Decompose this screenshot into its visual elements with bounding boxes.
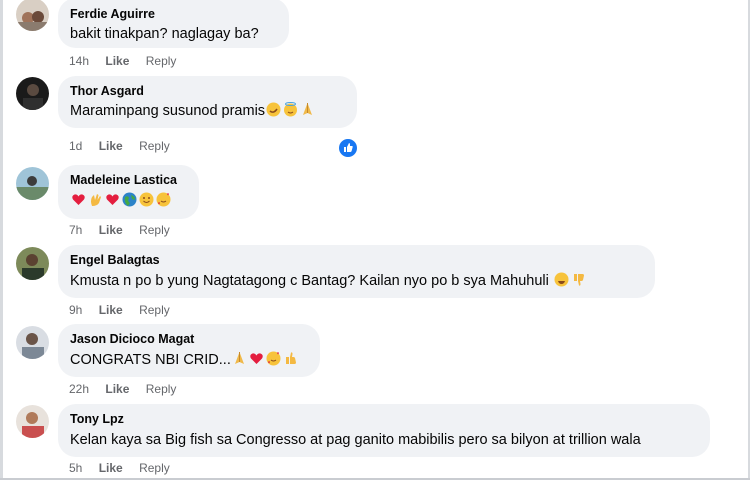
comment-text: CONGRATS NBI CRID... (70, 351, 308, 370)
comment-meta: 1d Like Reply (69, 139, 183, 153)
heart-emoji (249, 351, 264, 366)
comment-author[interactable]: Ferdie Aguirre (70, 7, 277, 22)
heart-emoji (105, 192, 120, 207)
avatar[interactable] (16, 326, 49, 359)
innocent-emoji (283, 102, 298, 117)
pray-emoji (300, 102, 315, 117)
comment-time[interactable]: 9h (69, 303, 82, 317)
thumbs-up-emoji (283, 351, 298, 366)
comment-time[interactable]: 14h (69, 54, 89, 68)
comment-meta: 9h Like Reply (69, 303, 183, 317)
like-button[interactable]: Like (99, 461, 123, 475)
comment-bubble: Jason Dicioco Magat CONGRATS NBI CRID... (58, 324, 320, 377)
comment-author[interactable]: Engel Balagtas (70, 253, 643, 268)
comment-author[interactable]: Thor Asgard (70, 84, 345, 99)
reply-button[interactable]: Reply (146, 54, 177, 68)
comment-author[interactable]: Tony Lpz (70, 412, 698, 427)
comment-text: Kelan kaya sa Big fish sa Congresso at p… (70, 432, 641, 448)
thumbs-down-emoji (571, 272, 586, 287)
wave-emoji (88, 192, 103, 207)
avatar[interactable] (16, 77, 49, 110)
avatar[interactable] (16, 247, 49, 280)
avatar[interactable] (16, 0, 49, 31)
smile-emoji (139, 192, 154, 207)
heart-emoji (71, 192, 86, 207)
comment-text: Maraminpang susunod pramis (70, 102, 345, 121)
globe-emoji (122, 192, 137, 207)
reply-button[interactable]: Reply (139, 461, 170, 475)
comment-meta: 22h Like Reply (69, 382, 189, 396)
like-reaction-icon[interactable] (337, 137, 359, 159)
comment-bubble: Engel Balagtas Kmusta n po b yung Nagtat… (58, 245, 655, 298)
window-edge-left (0, 0, 3, 480)
reply-button[interactable]: Reply (139, 303, 170, 317)
reply-button[interactable]: Reply (139, 223, 170, 237)
comment-text: Kmusta n po b yung Nagtatagong c Bantag?… (70, 272, 643, 291)
comment-time[interactable]: 22h (69, 382, 89, 396)
like-button[interactable]: Like (99, 139, 123, 153)
comment-author[interactable]: Jason Dicioco Magat (70, 332, 308, 347)
comment-meta: 7h Like Reply (69, 223, 183, 237)
reply-button[interactable]: Reply (139, 139, 170, 153)
grin-emoji (554, 272, 569, 287)
heart-face-emoji (156, 192, 171, 207)
comment-bubble: Tony Lpz Kelan kaya sa Big fish sa Congr… (58, 404, 710, 457)
like-button[interactable]: Like (99, 223, 123, 237)
comment-bubble: Thor Asgard Maraminpang susunod pramis (58, 76, 357, 128)
reply-button[interactable]: Reply (146, 382, 177, 396)
like-button[interactable]: Like (105, 382, 129, 396)
rofl-emoji (266, 102, 281, 117)
comment-bubble: Madeleine Lastica (58, 165, 199, 219)
heart-face-emoji (266, 351, 281, 366)
avatar[interactable] (16, 405, 49, 438)
like-button[interactable]: Like (105, 54, 129, 68)
comment-text: bakit tinakpan? naglagay ba? (70, 26, 259, 42)
comment-time[interactable]: 1d (69, 139, 82, 153)
comment-text (70, 192, 187, 211)
comment-meta: 14h Like Reply (69, 54, 189, 68)
like-button[interactable]: Like (99, 303, 123, 317)
pray-emoji (232, 351, 247, 366)
comment-time[interactable]: 5h (69, 461, 82, 475)
comment-meta: 5h Like Reply (69, 461, 183, 475)
comment-time[interactable]: 7h (69, 223, 82, 237)
comment-bubble: Ferdie Aguirre bakit tinakpan? naglagay … (58, 0, 289, 48)
avatar[interactable] (16, 167, 49, 200)
comment-author[interactable]: Madeleine Lastica (70, 173, 187, 188)
